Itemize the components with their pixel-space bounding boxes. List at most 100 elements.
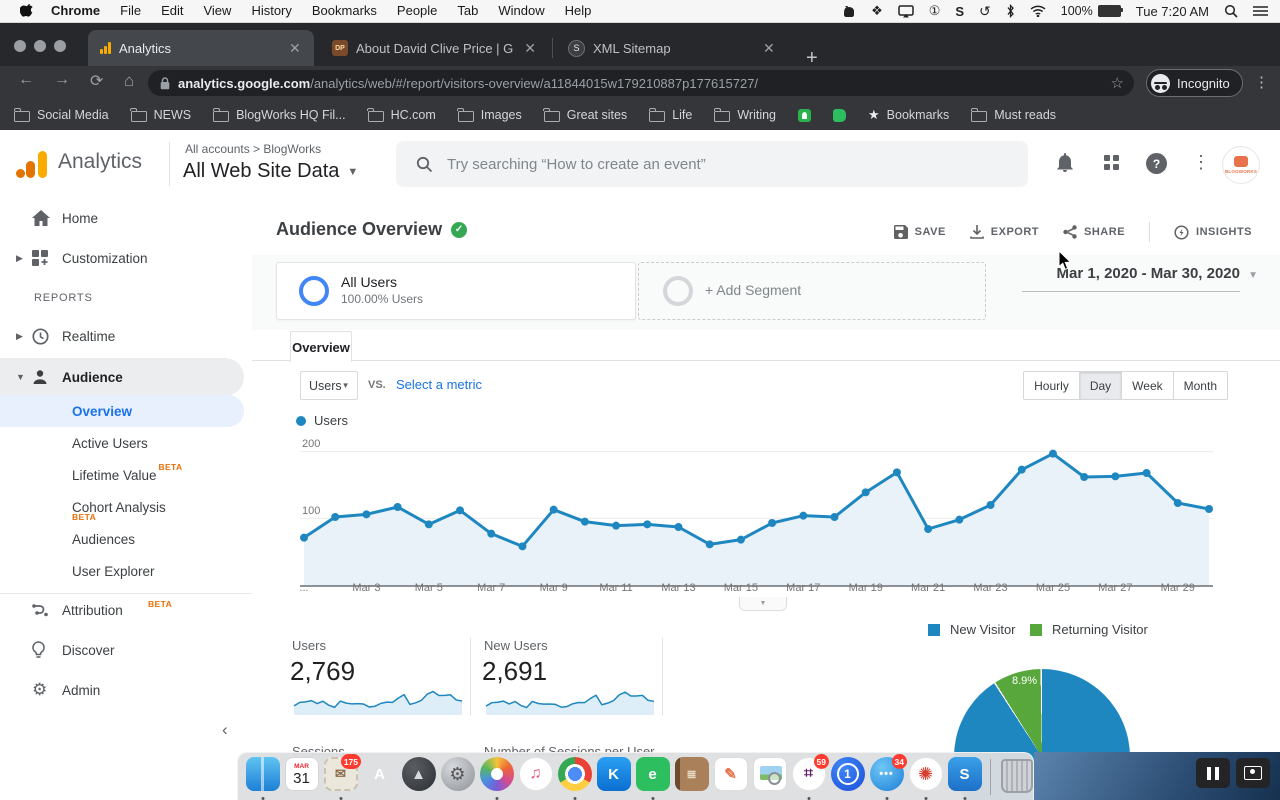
recorder-pause-button[interactable] — [1196, 758, 1230, 788]
notification-center-icon[interactable] — [1253, 3, 1268, 19]
tab-xml-sitemap[interactable]: S XML Sitemap ✕ — [556, 30, 788, 66]
expand-arrow-icon[interactable]: ▶ — [16, 331, 23, 342]
menu-bookmarks[interactable]: Bookmarks — [302, 0, 387, 22]
tab-analytics[interactable]: Analytics ✕ — [88, 30, 314, 66]
expand-arrow-icon[interactable]: ▶ — [16, 253, 23, 264]
dock-item-trash[interactable] — [998, 757, 1035, 797]
wifi-icon[interactable] — [1030, 3, 1046, 19]
sidebar-item-audiences[interactable]: Audiences — [0, 523, 244, 555]
new-users-stat-value[interactable]: 2,691 — [482, 656, 547, 687]
sidebar-item-user-explorer[interactable]: User Explorer — [0, 555, 244, 587]
granularity-day[interactable]: Day — [1079, 371, 1122, 400]
evernote-icon[interactable] — [842, 3, 856, 19]
sidebar-item-realtime[interactable]: ▶ Realtime — [0, 318, 252, 354]
spotlight-icon[interactable] — [1224, 3, 1238, 19]
time-machine-icon[interactable]: ↺ — [979, 3, 991, 19]
window-minimize-button[interactable] — [34, 40, 46, 52]
apple-menu-icon[interactable] — [20, 4, 33, 19]
bookmark-folder-news[interactable]: NEWS — [131, 108, 192, 122]
sidebar-item-home[interactable]: Home — [0, 200, 252, 236]
feedly-icon[interactable] — [798, 109, 811, 122]
recorder-camera-button[interactable] — [1236, 758, 1270, 788]
window-zoom-button[interactable] — [54, 40, 66, 52]
sidebar-item-cohort-analysis[interactable]: Cohort AnalysisBETA — [0, 491, 244, 523]
dock-item-system-preferences[interactable]: ⚙ — [439, 757, 476, 797]
menu-edit[interactable]: Edit — [151, 0, 193, 22]
dock-item-preview[interactable] — [751, 757, 788, 797]
dock-item-finder[interactable] — [244, 757, 281, 797]
sidebar-item-audience[interactable]: ▼ Audience — [0, 358, 244, 396]
dock-item-sitesucker[interactable]: ✺ — [907, 757, 944, 797]
airplay-display-icon[interactable] — [898, 3, 914, 19]
segment-all-users[interactable]: All Users 100.00% Users — [276, 262, 636, 320]
sidebar-item-active-users[interactable]: Active Users — [0, 427, 244, 459]
granularity-week[interactable]: Week — [1121, 371, 1173, 400]
collapse-arrow-icon[interactable]: ▼ — [16, 372, 25, 382]
home-button[interactable]: ⌂ — [124, 71, 134, 91]
menu-file[interactable]: File — [110, 0, 151, 22]
dock-item-mail[interactable]: ✉175 — [322, 757, 359, 797]
account-breadcrumb[interactable]: All accounts > BlogWorks — [185, 142, 321, 156]
granularity-month[interactable]: Month — [1173, 371, 1228, 400]
users-stat-value[interactable]: 2,769 — [290, 656, 355, 687]
add-segment-button[interactable]: + Add Segment — [638, 262, 986, 320]
select-metric-link[interactable]: Select a metric — [396, 377, 482, 392]
sidebar-item-attribution[interactable]: Attribution BETA — [0, 592, 252, 628]
sidebar-item-admin[interactable]: ⚙ Admin — [0, 672, 252, 708]
dock-item-chrome[interactable] — [556, 757, 593, 797]
notifications-bell-icon[interactable] — [1056, 152, 1074, 177]
tab-close-icon[interactable]: ✕ — [763, 40, 775, 57]
dock-item-news[interactable]: ✎ — [712, 757, 749, 797]
address-bar[interactable]: analytics.google.com/analytics/web/#/rep… — [148, 70, 1134, 96]
dock-item-slack[interactable]: ⌗59 — [790, 757, 827, 797]
analytics-logo[interactable] — [14, 146, 50, 182]
granularity-hourly[interactable]: Hourly — [1023, 371, 1080, 400]
metric-dropdown[interactable]: Users▼ — [300, 371, 358, 400]
dock-item-1password[interactable]: 1 — [829, 757, 866, 797]
menu-people[interactable]: People — [387, 0, 447, 22]
bookmark-folder-images[interactable]: Images — [458, 108, 522, 122]
menu-history[interactable]: History — [241, 0, 301, 22]
bookmark-folder-must-reads[interactable]: Must reads — [971, 108, 1056, 122]
battery-indicator[interactable]: 100% — [1061, 3, 1121, 19]
menubar-clock[interactable]: Tue 7:20 AM — [1136, 4, 1209, 19]
tab-close-icon[interactable]: ✕ — [289, 40, 301, 57]
users-line-chart[interactable] — [300, 445, 1213, 587]
window-close-button[interactable] — [14, 40, 26, 52]
bookmark-folder-social-media[interactable]: Social Media — [14, 108, 109, 122]
bookmark-bookmarks[interactable]: ★Bookmarks — [868, 107, 949, 123]
evernote-bookmark-icon[interactable] — [833, 109, 846, 122]
property-selector[interactable]: All Web Site Data ▼ — [183, 160, 358, 183]
dock-item-photos[interactable] — [478, 757, 515, 797]
menu-window[interactable]: Window — [488, 0, 554, 22]
circled-1-icon[interactable]: ① — [929, 3, 941, 19]
dock-item-skitch[interactable]: S — [946, 757, 983, 797]
tab-close-icon[interactable]: ✕ — [524, 40, 536, 57]
sidebar-item-overview[interactable]: Overview — [0, 395, 244, 427]
menu-help[interactable]: Help — [555, 0, 602, 22]
back-button[interactable]: ← — [18, 71, 34, 89]
date-range-selector[interactable]: Mar 1, 2020 - Mar 30, 2020 — [1057, 265, 1240, 282]
sidebar-item-discover[interactable]: Discover — [0, 632, 252, 668]
tab-overview[interactable]: Overview — [290, 331, 352, 362]
forward-button[interactable]: → — [54, 71, 70, 89]
tab-david-clive-price[interactable]: DP About David Clive Price | Globa ✕ — [320, 30, 548, 66]
help-icon[interactable]: ? — [1146, 153, 1167, 174]
ga-search-bar[interactable]: Try searching “How to create an event” — [396, 141, 1028, 187]
dropbox-icon[interactable]: ❖ — [871, 3, 883, 19]
chrome-menu-button[interactable]: ⋮ — [1254, 73, 1269, 91]
dock-item-notebook[interactable]: ≣ — [673, 757, 710, 797]
bookmark-folder-great-sites[interactable]: Great sites — [544, 108, 627, 122]
skitch-menu-icon[interactable]: S — [955, 3, 964, 19]
bookmark-folder-life[interactable]: Life — [649, 108, 692, 122]
dock-item-evernote[interactable]: e — [634, 757, 671, 797]
sidebar-item-lifetime-value[interactable]: Lifetime ValueBETA — [0, 459, 244, 491]
sidebar-collapse-chevron[interactable]: ‹ — [222, 720, 228, 740]
menu-view[interactable]: View — [193, 0, 241, 22]
insights-button[interactable]: INSIGHTS — [1174, 225, 1252, 240]
reload-button[interactable]: ⟳ — [90, 71, 103, 91]
menu-tab[interactable]: Tab — [447, 0, 488, 22]
dock-item-app-store[interactable]: A — [361, 757, 398, 797]
bookmark-folder-blogworks-hq-fil-[interactable]: BlogWorks HQ Fil... — [213, 108, 346, 122]
sidebar-item-customization[interactable]: ▶ Customization — [0, 240, 252, 276]
